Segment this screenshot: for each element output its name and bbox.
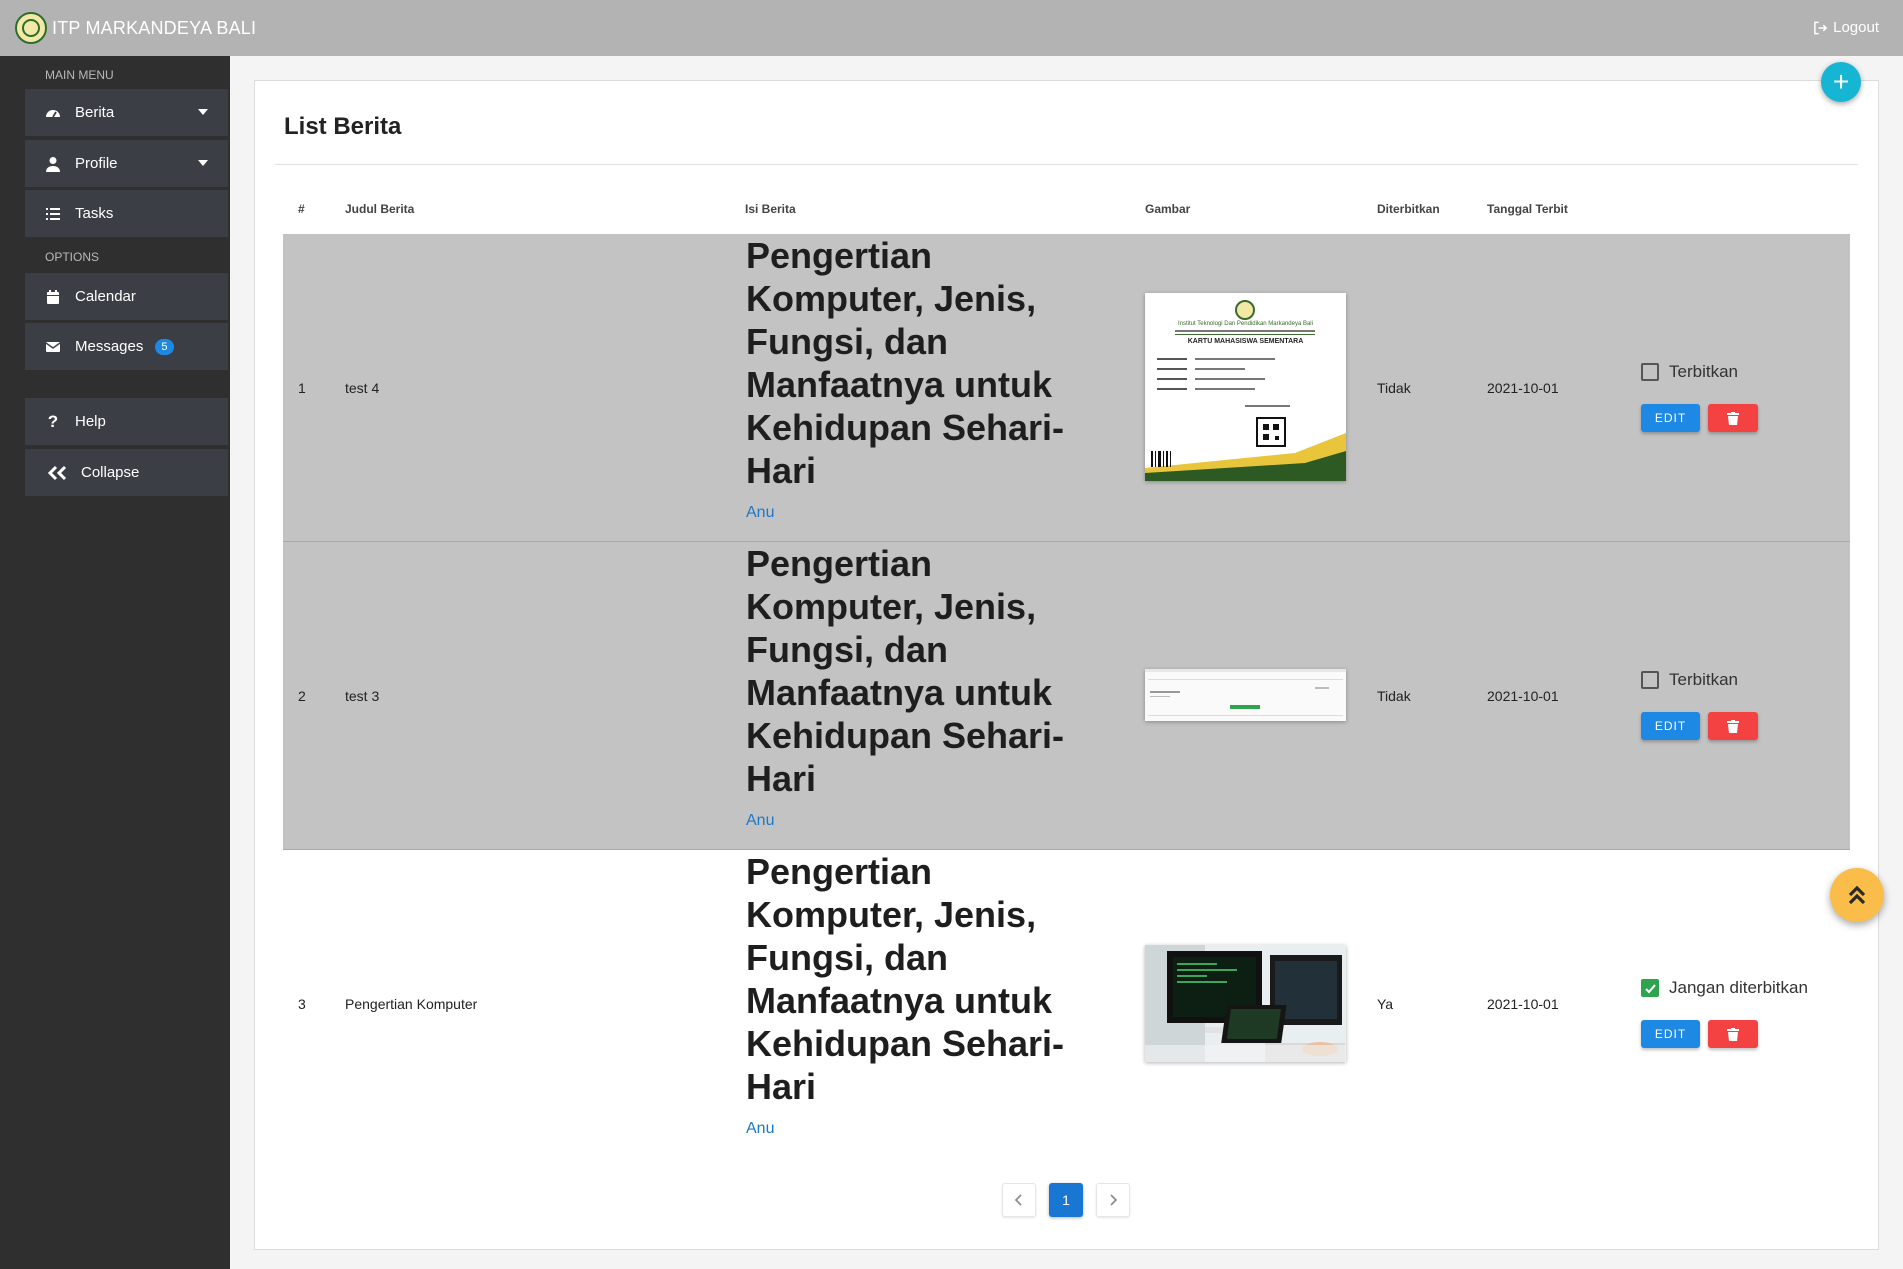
trash-icon — [1727, 1027, 1739, 1041]
table-row: 1 test 4 Pengertian Komputer, Jenis, Fun… — [283, 234, 1850, 542]
sidebar-item-calendar[interactable]: Calendar — [25, 273, 228, 320]
add-berita-button[interactable]: + — [1821, 62, 1861, 102]
row-isi-sub: Anu — [746, 504, 775, 521]
page-title: List Berita — [284, 113, 402, 140]
delete-button[interactable] — [1708, 1020, 1758, 1048]
calendar-icon — [45, 289, 61, 305]
publish-checkbox[interactable] — [1641, 363, 1659, 381]
sidebar-item-label: Profile — [75, 155, 118, 172]
publish-toggle[interactable]: Terbitkan — [1641, 670, 1738, 690]
row-isi-sub: Anu — [746, 1120, 775, 1137]
sidebar-collapse-button[interactable]: Collapse — [25, 449, 228, 496]
messages-count-badge: 5 — [155, 338, 174, 355]
publish-toggle-label: Jangan diterbitkan — [1669, 978, 1808, 997]
row-isi-heading: Pengertian Komputer, Jenis, Fungsi, dan … — [746, 543, 1065, 799]
edit-button[interactable]: EDIT — [1641, 712, 1700, 740]
sidebar: MAIN MENU Berita Profile Tasks OPTIONS C… — [0, 56, 230, 1269]
row-tanggal: 2021-10-01 — [1487, 688, 1559, 704]
column-header-diterbitkan: Diterbitkan — [1377, 202, 1440, 216]
row-isi-heading: Pengertian Komputer, Jenis, Fungsi, dan … — [746, 235, 1065, 491]
sidebar-item-tasks[interactable]: Tasks — [25, 190, 228, 237]
row-number: 2 — [298, 688, 306, 704]
question-icon: ? — [47, 411, 59, 431]
trash-icon — [1727, 719, 1739, 733]
brand-title: ITP MARKANDEYA BALI — [52, 17, 257, 38]
image-card-org: Institut Teknologi Dan Pendidikan Markan… — [1145, 321, 1346, 327]
sidebar-item-label: Berita — [75, 104, 115, 121]
pagination-next-button[interactable] — [1096, 1183, 1130, 1217]
sidebar-item-label: Tasks — [75, 205, 114, 222]
dashboard-gauge-icon — [45, 105, 61, 121]
row-tanggal: 2021-10-01 — [1487, 380, 1559, 396]
scroll-top-button[interactable] — [1830, 868, 1884, 922]
brand[interactable]: ITP MARKANDEYA BALI — [15, 12, 256, 44]
list-icon — [45, 206, 61, 222]
table-row: 2 test 3 Pengertian Komputer, Jenis, Fun… — [283, 542, 1850, 850]
row-diterbitkan: Tidak — [1377, 380, 1411, 396]
row-number: 3 — [298, 996, 306, 1012]
sign-out-icon — [1814, 21, 1828, 34]
row-isi-heading: Pengertian Komputer, Jenis, Fungsi, dan … — [746, 851, 1065, 1107]
publish-checkbox[interactable] — [1641, 671, 1659, 689]
institution-logo — [15, 12, 47, 44]
main-menu-heading: MAIN MENU — [45, 68, 114, 82]
delete-button[interactable] — [1708, 404, 1758, 432]
sidebar-item-label: Messages — [75, 338, 144, 355]
top-navbar: ITP MARKANDEYA BALI Logout — [0, 0, 1903, 56]
envelope-icon — [45, 339, 61, 355]
publish-toggle[interactable]: Terbitkan — [1641, 362, 1738, 382]
chevron-left-icon — [1014, 1194, 1022, 1206]
row-image[interactable] — [1145, 669, 1346, 721]
row-diterbitkan: Ya — [1377, 996, 1394, 1012]
publish-toggle-label: Terbitkan — [1669, 362, 1738, 381]
delete-button[interactable] — [1708, 712, 1758, 740]
caret-down-icon — [198, 160, 208, 166]
chevron-right-icon — [1110, 1194, 1118, 1206]
image-card-title: KARTU MAHASISWA SEMENTARA — [1187, 338, 1304, 345]
table-row: 3 Pengertian Komputer Pengertian Kompute… — [283, 850, 1850, 1158]
row-isi-sub: Anu — [746, 812, 775, 829]
double-chevron-left-icon — [45, 465, 69, 481]
row-judul: test 4 — [345, 380, 380, 396]
row-judul: test 3 — [345, 688, 380, 704]
computer-photo-image — [1145, 945, 1346, 1062]
check-icon — [1644, 983, 1656, 993]
divider — [275, 164, 1858, 165]
sidebar-item-profile[interactable]: Profile — [25, 140, 228, 187]
plus-icon: + — [1832, 66, 1850, 97]
publish-toggle[interactable]: Jangan diterbitkan — [1641, 978, 1808, 998]
row-judul: Pengertian Komputer — [345, 996, 478, 1012]
caret-down-icon — [198, 109, 208, 115]
row-number: 1 — [298, 380, 306, 396]
user-icon — [45, 156, 61, 172]
screenshot-image — [1145, 669, 1346, 721]
logout-button[interactable]: Logout — [1813, 19, 1879, 36]
logout-label: Logout — [1833, 19, 1879, 36]
sidebar-item-label: Collapse — [81, 464, 140, 481]
sidebar-item-label: Calendar — [75, 288, 136, 305]
sidebar-item-berita[interactable]: Berita — [25, 89, 228, 136]
column-header-number: # — [298, 202, 305, 216]
row-image[interactable] — [1145, 945, 1346, 1062]
sidebar-item-help[interactable]: ? Help — [25, 398, 228, 445]
options-heading: OPTIONS — [45, 250, 100, 264]
column-header-gambar: Gambar — [1145, 202, 1191, 216]
row-diterbitkan: Tidak — [1377, 688, 1411, 704]
pagination-prev-button[interactable] — [1002, 1183, 1036, 1217]
sidebar-item-messages[interactable]: Messages 5 — [25, 323, 228, 370]
publish-checkbox[interactable] — [1641, 979, 1659, 997]
column-header-judul: Judul Berita — [345, 202, 415, 216]
trash-icon — [1727, 411, 1739, 425]
edit-button[interactable]: EDIT — [1641, 1020, 1700, 1048]
double-chevron-up-icon — [1848, 885, 1866, 905]
row-image[interactable]: Institut Teknologi Dan Pendidikan Markan… — [1145, 293, 1346, 481]
sidebar-item-label: Help — [75, 413, 106, 430]
column-header-isi: Isi Berita — [745, 202, 796, 216]
column-header-tanggal: Tanggal Terbit — [1487, 202, 1568, 216]
pagination-page-1[interactable]: 1 — [1049, 1183, 1083, 1217]
edit-button[interactable]: EDIT — [1641, 404, 1700, 432]
row-tanggal: 2021-10-01 — [1487, 996, 1559, 1012]
publish-toggle-label: Terbitkan — [1669, 670, 1738, 689]
